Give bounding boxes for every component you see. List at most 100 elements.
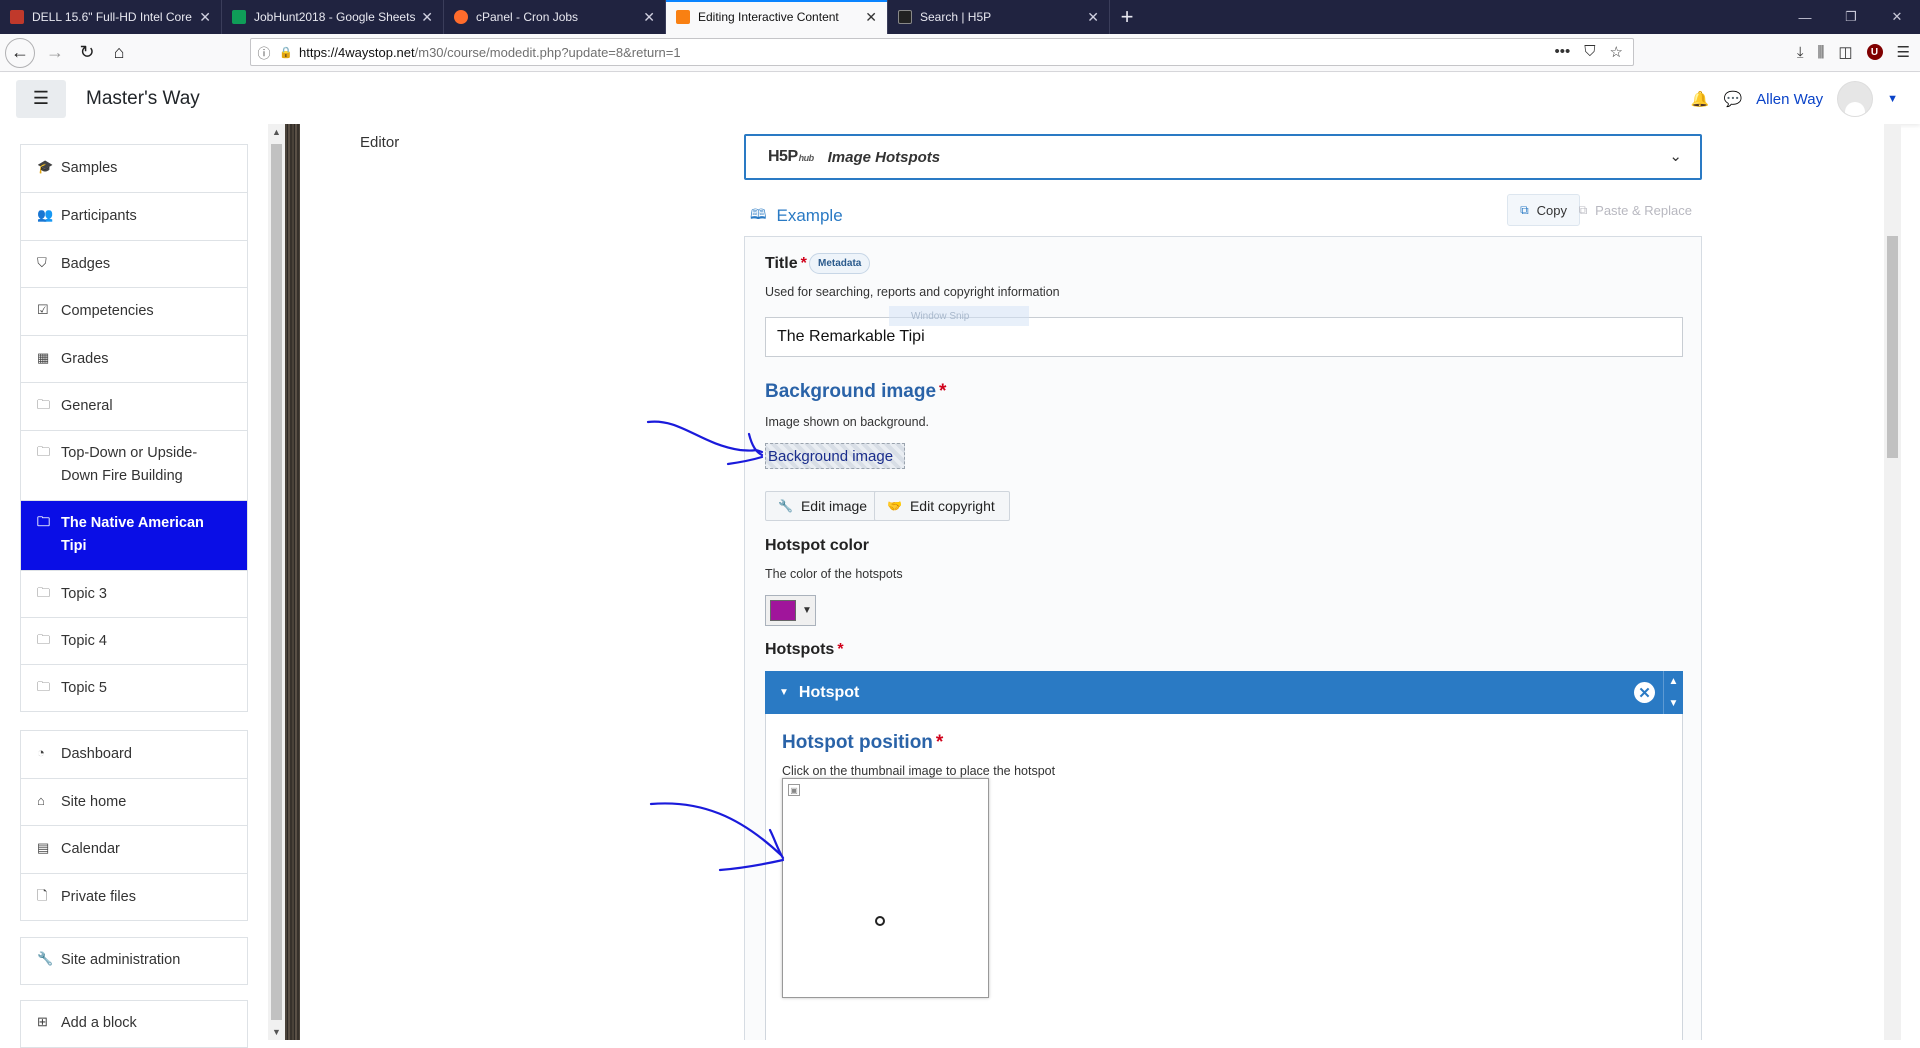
sidebar-item-label: Competencies [61, 303, 154, 319]
edit-image-label: Edit image [800, 498, 868, 514]
title-description: Used for searching, reports and copyrigh… [765, 285, 1060, 299]
back-arrow-icon[interactable]: ← [5, 37, 35, 68]
page-scrollbar-thumb[interactable] [1887, 236, 1898, 458]
example-row: 🕮 Example ⧉ Copy ⧉ Paste & Replace [750, 194, 1702, 234]
menu-icon[interactable]: ☰ [1897, 43, 1910, 61]
calendar-icon: ▤ [37, 840, 50, 855]
remove-hotspot-icon[interactable]: ✕ [1634, 682, 1655, 703]
paste-replace-button[interactable]: ⧉ Paste & Replace [1569, 194, 1702, 226]
edit-copyright-button[interactable]: 🤝 Edit copyright [874, 491, 1010, 521]
color-swatch [770, 600, 796, 621]
sidebar-scrollbar-thumb[interactable] [271, 144, 282, 1020]
close-tab-icon[interactable]: ✕ [421, 9, 433, 26]
sidebar-item-label: Calendar [61, 841, 120, 857]
notifications-bell-icon[interactable]: 🔔 [1691, 90, 1710, 108]
move-down-icon[interactable]: ▼ [1669, 698, 1679, 709]
background-image-thumbnail[interactable]: Background image [765, 443, 905, 469]
avatar[interactable] [1837, 81, 1874, 117]
user-name[interactable]: Allen Way [1756, 91, 1823, 108]
hotspots-label-text: Hotspots [765, 641, 835, 658]
restore-icon[interactable]: ❐ [1828, 0, 1874, 34]
sidebar-item-topic-3[interactable]: 🗀 Topic 3 [21, 570, 247, 617]
library-icon[interactable]: ⫼ [1817, 44, 1824, 61]
sidebar-item-grades[interactable]: ▦ Grades [21, 335, 247, 382]
add-block-group: ⊞ Add a block [20, 1000, 248, 1048]
plus-square-icon: ⊞ [37, 1014, 48, 1029]
h5p-hub-selector[interactable]: H5Phub Image Hotspots ⌄ [744, 134, 1702, 180]
caret-down-icon[interactable]: ▼ [779, 687, 789, 698]
book-icon: 🕮 [750, 206, 767, 222]
browser-nav-bar: ← → ↻ ⌂ ⓘ 🔒 https://4waystop.net/m30/cou… [0, 34, 1920, 72]
chevron-down-icon[interactable]: ⌄ [1669, 147, 1682, 165]
tab-title: Search | H5P [920, 10, 992, 24]
sidebar-item-competencies[interactable]: ☑ Competencies [21, 287, 247, 335]
example-link[interactable]: 🕮 Example [750, 204, 843, 228]
sidebar-item-general[interactable]: 🗀 General [21, 382, 247, 430]
lock-icon[interactable]: 🔒 [277, 46, 295, 59]
forward-arrow-icon[interactable]: → [39, 38, 71, 68]
sidebar-item-private-files[interactable]: 🗋 Private files [21, 873, 247, 920]
browser-tab[interactable]: JobHunt2018 - Google Sheets ✕ [222, 0, 444, 34]
sidebar-item-site-home[interactable]: ⌂ Site home [21, 778, 247, 825]
required-marker: * [800, 255, 807, 272]
new-tab-button[interactable]: + [1110, 0, 1144, 34]
folder-icon: 🗀 [37, 585, 51, 600]
sidebar-item-site-administration[interactable]: 🔧 Site administration [21, 938, 247, 984]
page-actions-icon[interactable]: ••• [1555, 43, 1571, 61]
hotspot-position-label: Hotspot position * [782, 732, 943, 754]
scroll-down-icon[interactable]: ▼ [268, 1024, 285, 1040]
browser-tab[interactable]: cPanel - Cron Jobs ✕ [444, 0, 666, 34]
add-block-button[interactable]: ⊞ Add a block [21, 1001, 247, 1047]
main-content: Editor H5Phub Image Hotspots ⌄ 🕮 Example… [300, 124, 1884, 1040]
title-label-text: Title [765, 255, 798, 272]
sidebar-item-dashboard[interactable]: ◔ Dashboard [21, 731, 247, 778]
edit-image-button[interactable]: 🔧 Edit image [765, 491, 883, 521]
url-bar[interactable]: ⓘ 🔒 https://4waystop.net/m30/course/mode… [250, 38, 1634, 66]
paste-label: Paste & Replace [1595, 202, 1692, 218]
pocket-icon[interactable]: ⛉ [1584, 43, 1595, 61]
bookmark-star-icon[interactable]: ☆ [1610, 43, 1623, 61]
paste-icon: ⧉ [1578, 202, 1588, 217]
sidebar-item-topic-4[interactable]: 🗀 Topic 4 [21, 617, 247, 664]
url-text[interactable]: https://4waystop.net/m30/course/modedit.… [295, 45, 1555, 60]
minimize-icon[interactable]: — [1782, 0, 1828, 34]
move-up-icon[interactable]: ▲ [1669, 676, 1679, 687]
wrench-icon: 🔧 [778, 499, 793, 513]
site-name[interactable]: Master's Way [86, 88, 200, 110]
h5p-form: Title * Metadata Used for searching, repo… [744, 236, 1702, 1040]
browser-tab[interactable]: Search | H5P ✕ [888, 0, 1110, 34]
sidebar-toggle-icon[interactable]: ◫ [1838, 43, 1852, 61]
messages-icon[interactable]: 💬 [1723, 90, 1742, 108]
hotspot-position-thumbnail[interactable]: ▣ [782, 778, 989, 998]
page-scrollbar[interactable] [1884, 124, 1901, 1040]
file-icon: 🗋 [37, 888, 48, 903]
sidebar-item-fire-building[interactable]: 🗀 Top-Down or Upside-Down Fire Building [21, 430, 247, 500]
close-tab-icon[interactable]: ✕ [199, 9, 211, 26]
sidebar-item-participants[interactable]: 👥 Participants [21, 192, 247, 240]
user-menu-caret-icon[interactable]: ▼ [1887, 93, 1898, 105]
sidebar-item-topic-5[interactable]: 🗀 Topic 5 [21, 664, 247, 711]
info-icon[interactable]: ⓘ [251, 43, 277, 62]
sidebar-item-samples[interactable]: 🎓 Samples [21, 145, 247, 192]
metadata-button[interactable]: Metadata [809, 253, 871, 274]
sidebar-item-badges[interactable]: ⛉ Badges [21, 240, 247, 287]
ublock-icon[interactable]: U [1866, 44, 1883, 60]
hotspot-color-picker[interactable]: ▼ [765, 595, 816, 626]
close-tab-icon[interactable]: ✕ [865, 9, 877, 26]
close-window-icon[interactable]: ✕ [1874, 0, 1920, 34]
hamburger-menu-button[interactable]: ☰ [16, 79, 66, 118]
hotspot-item-header[interactable]: ▼ Hotspot ✕ ▲ ▼ [765, 671, 1683, 714]
scroll-up-icon[interactable]: ▲ [268, 124, 285, 140]
hotspot-marker[interactable] [875, 916, 885, 926]
downloads-icon[interactable]: ⤓ [1797, 44, 1804, 61]
sidebar-scrollbar[interactable]: ▲ ▼ [268, 124, 285, 1040]
sidebar-item-label: Samples [61, 160, 118, 176]
sidebar-item-calendar[interactable]: ▤ Calendar [21, 825, 247, 873]
browser-tab[interactable]: DELL 15.6" Full-HD Intel Core i ✕ [0, 0, 222, 34]
home-icon[interactable]: ⌂ [103, 38, 135, 68]
close-tab-icon[interactable]: ✕ [1087, 9, 1099, 26]
browser-tab-active[interactable]: Editing Interactive Content ✕ [666, 0, 888, 34]
sidebar-item-native-american-tipi[interactable]: 🗀 The Native American Tipi [21, 500, 247, 570]
reload-icon[interactable]: ↻ [71, 38, 103, 68]
close-tab-icon[interactable]: ✕ [643, 9, 655, 26]
